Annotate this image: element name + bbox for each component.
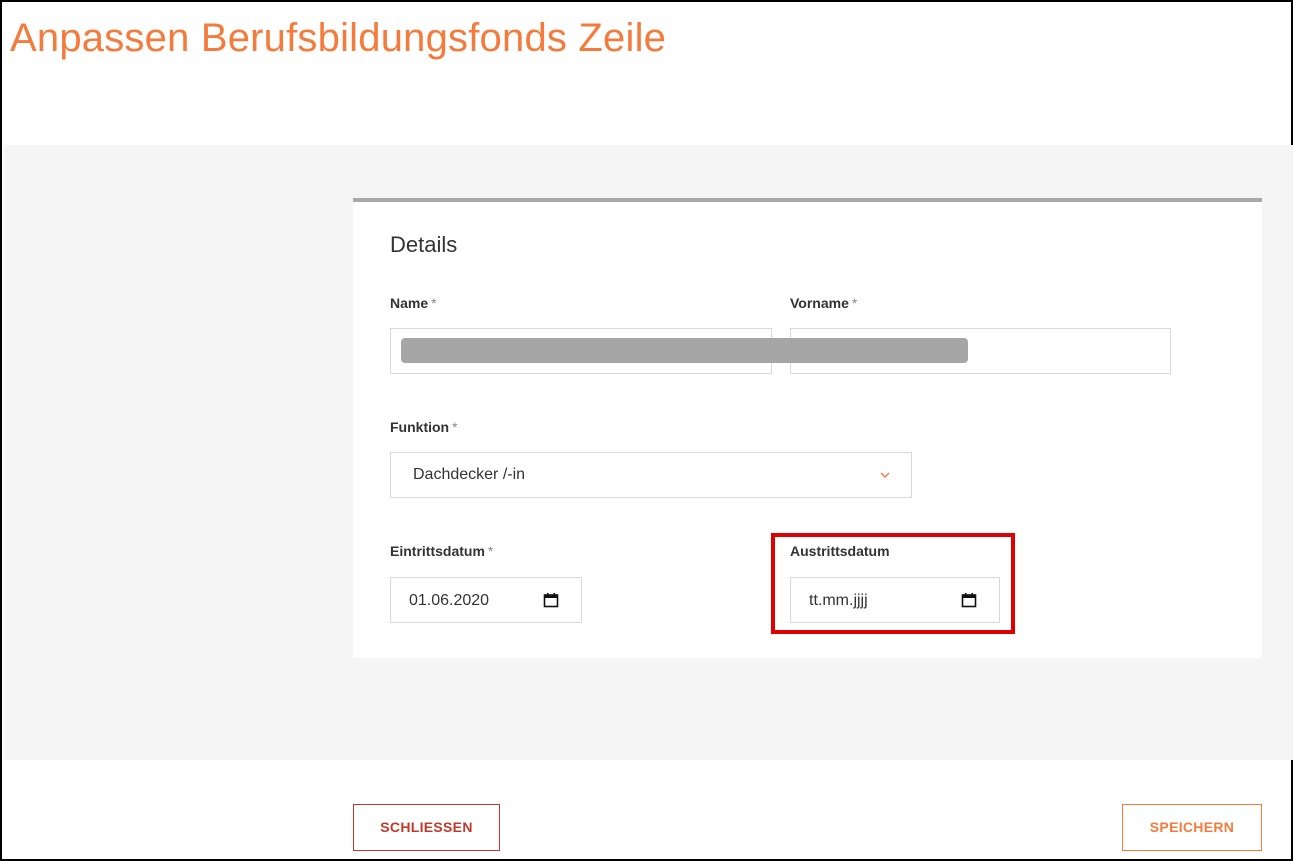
eintrittsdatum-label: Eintrittsdatum *: [390, 543, 493, 559]
calendar-icon[interactable]: [543, 592, 559, 608]
vorname-label-text: Vorname: [790, 295, 849, 311]
required-mark: *: [851, 295, 858, 311]
window-frame: Anpassen Berufsbildungsfonds Zeile Detai…: [0, 0, 1293, 861]
eintrittsdatum-label-text: Eintrittsdatum: [390, 543, 485, 559]
name-label-text: Name: [390, 295, 429, 311]
redacted-content: [401, 338, 968, 363]
name-label: Name *: [390, 295, 437, 311]
funktion-select[interactable]: Dachdecker /-in: [390, 452, 912, 498]
required-mark: *: [487, 543, 494, 559]
funktion-label: Funktion *: [390, 419, 458, 435]
chevron-down-icon: [880, 472, 890, 478]
required-mark: *: [452, 419, 458, 435]
highlight-annotation: [771, 533, 1015, 634]
section-title: Details: [390, 232, 458, 257]
save-button[interactable]: SPEICHERN: [1122, 804, 1262, 851]
required-mark: *: [431, 295, 437, 311]
vorname-label: Vorname *: [790, 295, 857, 311]
page-title: Anpassen Berufsbildungsfonds Zeile: [10, 16, 667, 60]
close-button[interactable]: SCHLIESSEN: [353, 804, 500, 851]
eintrittsdatum-value: 01.06.2020: [409, 592, 490, 609]
eintrittsdatum-input[interactable]: 01.06.2020: [390, 577, 582, 623]
funktion-selected-value: Dachdecker /-in: [413, 466, 526, 483]
funktion-label-text: Funktion: [390, 419, 450, 435]
